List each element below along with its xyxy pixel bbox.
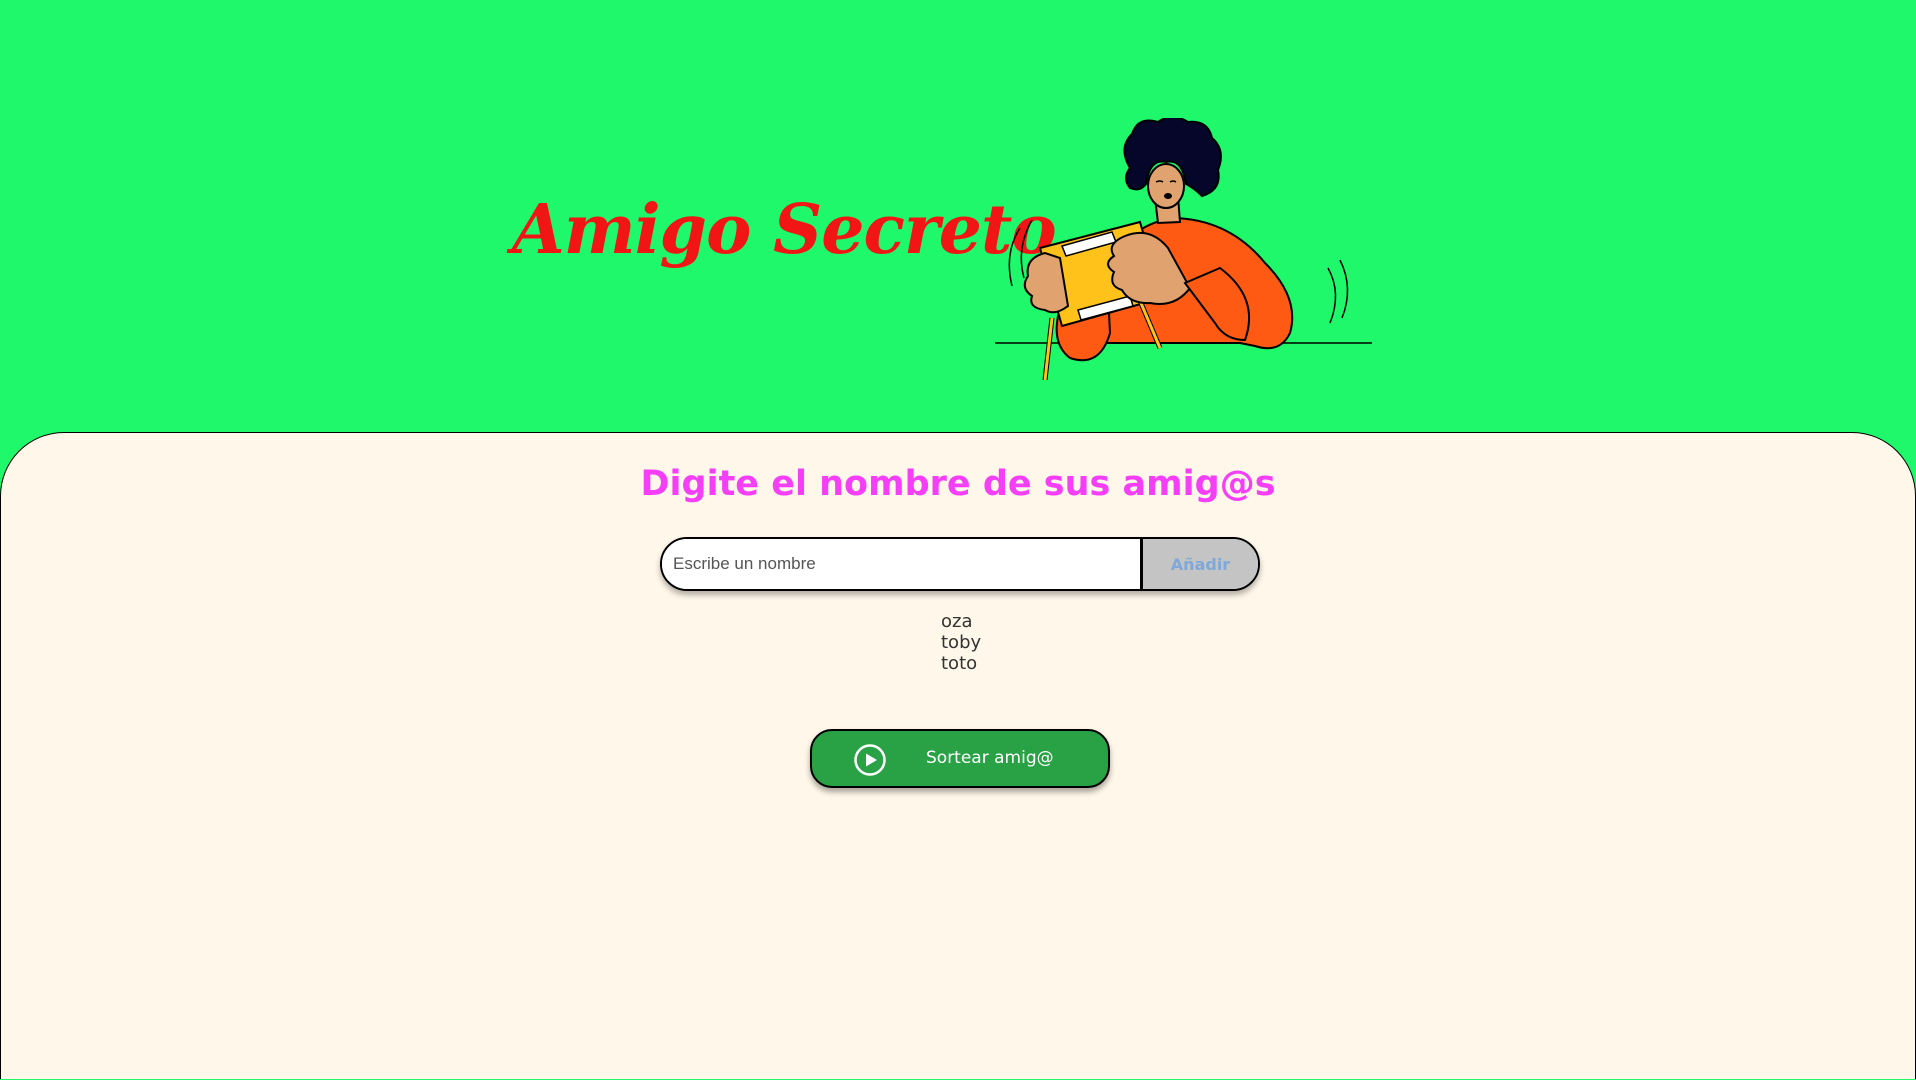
list-item: toto (941, 653, 978, 674)
add-button[interactable]: Añadir (1140, 539, 1258, 589)
app-page: Amigo Secreto Digite el nombre de sus am… (0, 0, 1916, 1080)
header-banner: Amigo Secreto (0, 0, 1916, 433)
friend-list: oza toby toto (941, 611, 981, 674)
section-title: Digite el nombre de sus amig@s (640, 464, 1276, 504)
person-shaking-gift-illustration (995, 118, 1372, 380)
draw-button-label: Sortear amig@ (926, 748, 1054, 768)
list-item: oza (941, 611, 973, 632)
play-circle-icon (854, 744, 886, 776)
name-input-group: Añadir (660, 537, 1260, 591)
page-title: Amigo Secreto (512, 190, 1057, 270)
list-item: toby (941, 632, 982, 653)
name-input[interactable] (662, 539, 1140, 589)
draw-button[interactable]: Sortear amig@ (810, 729, 1110, 788)
